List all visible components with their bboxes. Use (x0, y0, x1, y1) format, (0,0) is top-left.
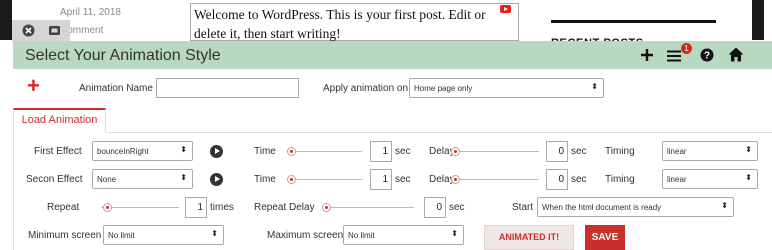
repeat-input[interactable]: 1 (185, 197, 207, 218)
chevron-updown-icon: ⬍ (180, 173, 187, 182)
chevron-updown-icon: ⬍ (211, 229, 218, 238)
first-time-slider[interactable] (287, 145, 362, 157)
repeat-delay-slider[interactable] (322, 201, 414, 213)
home-icon[interactable] (728, 41, 744, 69)
post-date: April 11, 2018 (60, 7, 121, 18)
play-preview-icon[interactable] (210, 145, 223, 158)
repeat-delay-label: Repeat Delay (254, 202, 315, 213)
maximum-screen-value: No limit (348, 231, 375, 240)
second-effect-select[interactable]: None ⬍ (92, 169, 193, 189)
first-effect-select[interactable]: bounceInRight ⬍ (92, 141, 193, 161)
slider-handle[interactable] (451, 147, 460, 156)
second-timing-value: linear (667, 175, 687, 184)
time-label: Time (254, 146, 276, 157)
panel-mini-toolbar (12, 20, 70, 42)
minimum-screen-select[interactable]: No limit ⬍ (103, 225, 224, 245)
chevron-updown-icon: ⬍ (721, 201, 728, 210)
first-timing-value: linear (667, 147, 687, 156)
slider-handle[interactable] (451, 175, 460, 184)
second-time-slider[interactable] (287, 173, 362, 185)
time-label: Time (254, 174, 276, 185)
start-label: Start (512, 202, 534, 213)
first-delay-slider[interactable] (451, 145, 539, 157)
chevron-updown-icon: ⬍ (591, 82, 598, 91)
chevron-updown-icon: ⬍ (745, 173, 752, 182)
animation-name-label: Animation Name (79, 83, 153, 94)
help-icon[interactable]: ? (700, 41, 714, 69)
play-preview-icon[interactable] (210, 173, 223, 186)
slider-track (322, 207, 414, 208)
close-icon[interactable] (22, 24, 35, 37)
menu-icon[interactable] (667, 41, 681, 69)
sidebar-divider (551, 20, 716, 23)
minimum-screen-label: Minimum screen (28, 230, 102, 241)
save-button[interactable]: SAVE (585, 225, 625, 250)
notification-badge: 1 (681, 43, 692, 54)
background-dark-bar-right (752, 0, 764, 40)
start-value: When the html document is ready (542, 203, 662, 212)
slider-track (287, 179, 362, 180)
animation-name-input[interactable] (156, 78, 299, 98)
time-unit: sec (395, 174, 411, 185)
apply-animation-select[interactable]: Home page only ⬍ (409, 78, 604, 98)
timing-label: Timing (605, 146, 635, 157)
panel-header: Select Your Animation Style 1 ? (13, 41, 772, 69)
apply-animation-label: Apply animation on (323, 83, 409, 94)
youtube-icon[interactable] (500, 5, 511, 13)
post-text: Welcome to WordPress. This is your first… (194, 7, 486, 41)
svg-text:?: ? (704, 51, 710, 62)
page-title: Select Your Animation Style (25, 47, 221, 64)
first-timing-select[interactable]: linear ⬍ (662, 141, 758, 161)
slider-track (451, 151, 539, 152)
repeat-unit: times (210, 202, 234, 213)
maximum-screen-label: Maximum screen (267, 230, 344, 241)
chevron-updown-icon: ⬍ (451, 229, 458, 238)
repeat-delay-input[interactable]: 0 (424, 197, 446, 218)
add-animation-icon[interactable]: + (27, 75, 40, 97)
chevron-updown-icon: ⬍ (180, 145, 187, 154)
delay-unit: sec (571, 146, 587, 157)
chevron-updown-icon: ⬍ (745, 145, 752, 154)
maximum-screen-select[interactable]: No limit ⬍ (343, 225, 464, 245)
slider-track (287, 151, 362, 152)
first-delay-input[interactable]: 0 (546, 141, 568, 162)
second-time-input[interactable]: 1 (370, 169, 392, 190)
apply-animation-value: Home page only (414, 84, 473, 93)
background-dark-bar-left (0, 0, 12, 40)
first-time-input[interactable]: 1 (370, 141, 392, 162)
second-effect-label: Secon Effect (26, 174, 83, 185)
repeat-slider[interactable] (101, 201, 179, 213)
slider-handle[interactable] (322, 203, 331, 212)
second-delay-slider[interactable] (451, 173, 539, 185)
minimize-icon[interactable] (48, 24, 61, 37)
minimum-screen-value: No limit (108, 231, 135, 240)
second-delay-input[interactable]: 0 (546, 169, 568, 190)
second-timing-select[interactable]: linear ⬍ (662, 169, 758, 189)
time-unit: sec (395, 146, 411, 157)
repeat-label: Repeat (47, 202, 80, 213)
add-icon[interactable] (640, 41, 654, 69)
timing-label: Timing (605, 174, 635, 185)
second-effect-value: None (97, 175, 117, 184)
slider-handle[interactable] (103, 203, 112, 212)
start-select[interactable]: When the html document is ready ⬍ (537, 197, 734, 217)
slider-handle[interactable] (287, 147, 296, 156)
first-effect-value: bounceInRight (97, 147, 149, 156)
tab-load-animation[interactable]: Load Animation (13, 108, 106, 133)
slider-track (101, 207, 179, 208)
first-effect-label: First Effect (34, 146, 82, 157)
repeat-delay-unit: sec (449, 202, 465, 213)
slider-track (451, 179, 539, 180)
animate-it-button[interactable]: ANIMATED IT! (484, 225, 574, 250)
delay-unit: sec (571, 174, 587, 185)
slider-handle[interactable] (287, 175, 296, 184)
post-content-box: Welcome to WordPress. This is your first… (190, 3, 519, 41)
